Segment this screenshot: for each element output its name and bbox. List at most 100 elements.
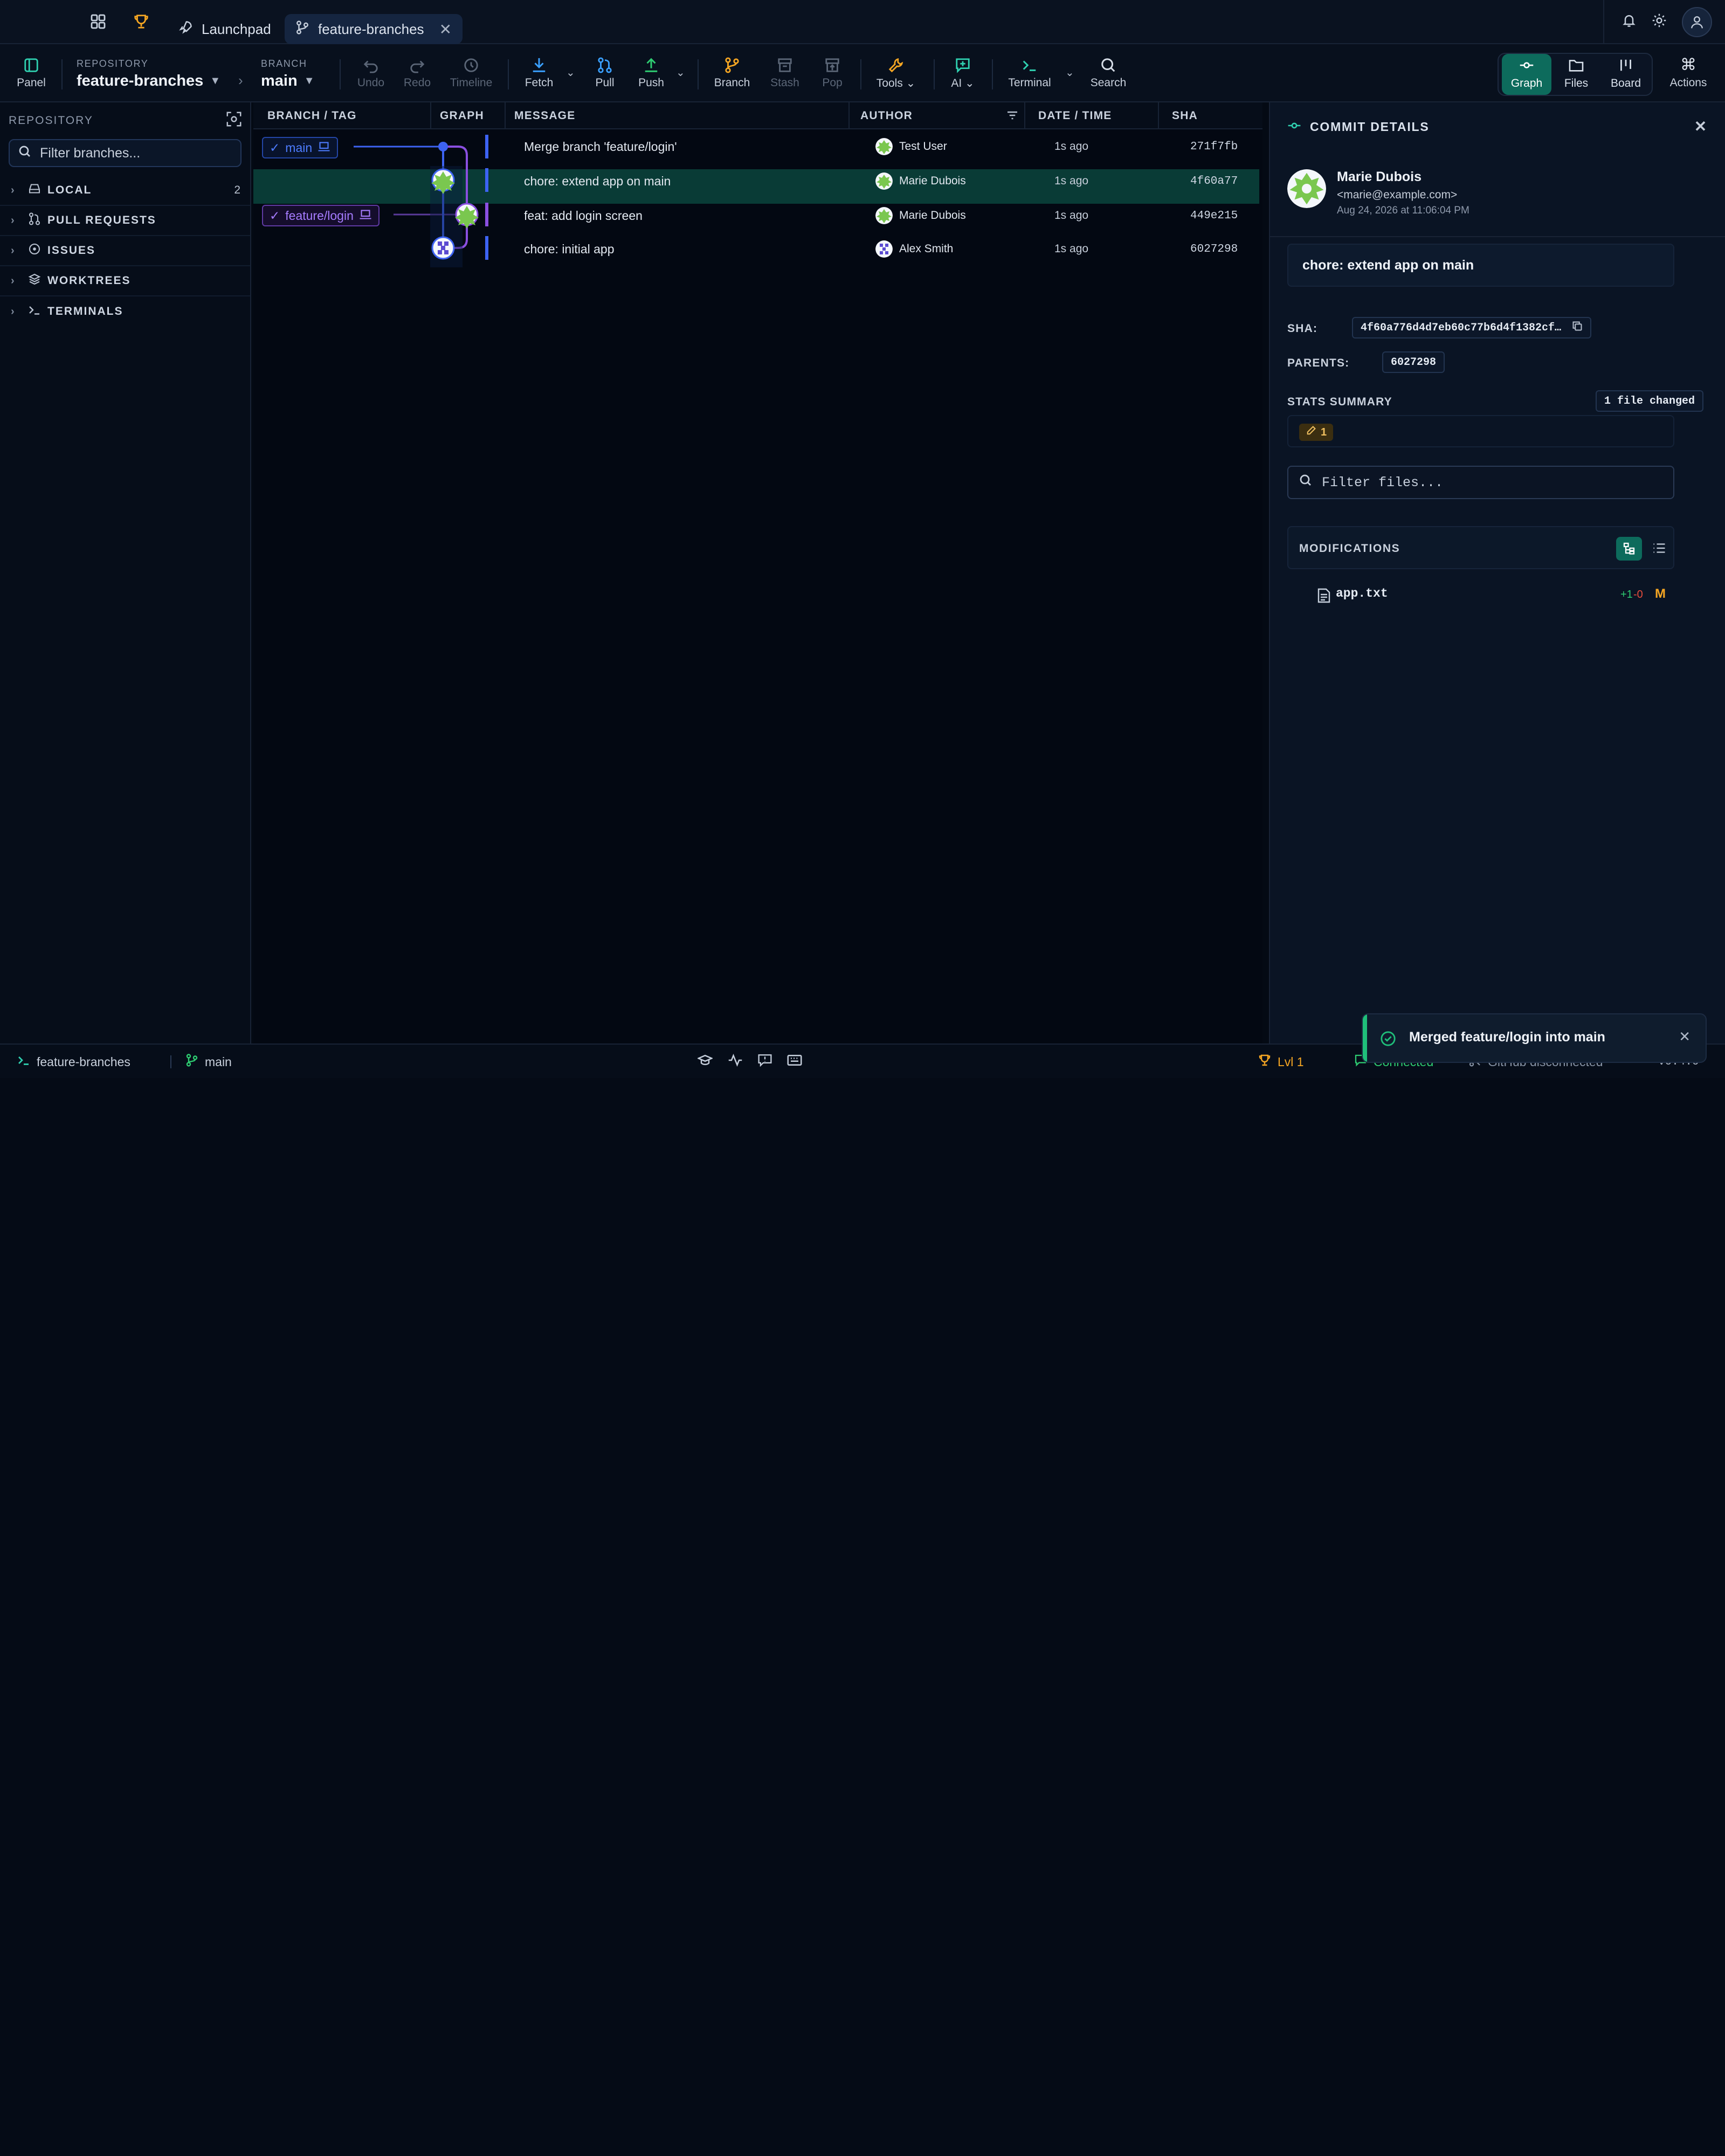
table-row[interactable]: Merge branch 'feature/login' Test User 1… [253, 129, 1259, 164]
sha-label: SHA: [1287, 322, 1318, 335]
file-filter-input[interactable]: Filter files... [1287, 466, 1674, 499]
column-sha[interactable]: SHA [1159, 102, 1262, 129]
fetch-dropdown-icon[interactable]: ⌄ [566, 66, 575, 79]
table-row[interactable]: feat: add login screen Marie Dubois 1s a… [253, 198, 1259, 233]
terminal-dropdown-icon[interactable]: ⌄ [1065, 66, 1074, 79]
push-dropdown-icon[interactable]: ⌄ [676, 66, 685, 79]
view-board-button[interactable]: Board [1601, 54, 1651, 95]
status-level-label: Lvl 1 [1278, 1054, 1304, 1069]
tree-view-toggle[interactable] [1616, 537, 1642, 561]
feedback-icon[interactable] [758, 1054, 772, 1070]
app-window: Launchpad feature-branches ✕ Panel REPOS… [0, 0, 1725, 1078]
filter-icon[interactable] [1006, 109, 1019, 125]
view-files-label: Files [1564, 77, 1589, 89]
pull-button[interactable]: Pull [589, 44, 621, 102]
column-message[interactable]: MESSAGE [506, 102, 850, 129]
terminal-icon [28, 303, 41, 320]
tools-button[interactable]: Tools ⌄ [873, 44, 919, 102]
sidebar-section-worktrees[interactable]: › WORKTREES [0, 266, 250, 296]
search-button[interactable]: Search [1089, 44, 1128, 102]
status-level[interactable]: Lvl 1 [1258, 1045, 1304, 1078]
chevron-down-icon: ▼ [303, 75, 315, 87]
activity-icon[interactable] [728, 1053, 743, 1070]
panel-button[interactable]: Panel [15, 44, 47, 102]
redo-icon [409, 57, 425, 73]
column-branch-tag[interactable]: BRANCH / TAG [253, 102, 431, 129]
status-branch-label: main [205, 1054, 232, 1069]
author-avatar [875, 138, 893, 155]
trophy-icon[interactable] [129, 10, 153, 33]
archive-icon [777, 57, 793, 73]
section-label: PULL REQUESTS [47, 214, 156, 226]
copy-icon[interactable] [1572, 321, 1583, 335]
commit-details-panel: COMMIT DETAILS ✕ Marie Dubois <marie@exa… [1269, 102, 1725, 1044]
sidebar-section-local[interactable]: › LOCAL 2 [0, 176, 250, 206]
file-additions: +1 [1620, 589, 1633, 600]
sidebar-section-issues[interactable]: › ISSUES [0, 236, 250, 266]
terminal-button[interactable]: Terminal [1006, 44, 1053, 102]
stats-label: STATS SUMMARY [1287, 396, 1392, 408]
stash-label: Stash [770, 77, 799, 89]
user-avatar-button[interactable] [1682, 7, 1712, 37]
sidebar-section-pull-requests[interactable]: › PULL REQUESTS [0, 206, 250, 236]
branch-icon [185, 1054, 198, 1070]
graduation-cap-icon[interactable] [696, 1054, 714, 1070]
window-actions [1603, 0, 1725, 44]
sha-pill[interactable]: 4f60a776d4d7eb60c77b6d4f1382cf… [1352, 317, 1591, 338]
stash-button[interactable]: Stash [768, 44, 802, 102]
column-date-time[interactable]: DATE / TIME [1025, 102, 1159, 129]
details-title: COMMIT DETAILS [1310, 119, 1430, 134]
focus-icon[interactable] [226, 112, 242, 130]
keyboard-icon[interactable] [787, 1054, 802, 1070]
close-icon[interactable]: ✕ [1679, 1028, 1690, 1045]
gear-icon[interactable] [1652, 12, 1667, 32]
tab-feature-branches[interactable]: feature-branches ✕ [285, 14, 463, 44]
pull-request-icon [597, 57, 613, 73]
status-repo[interactable]: feature-branches [17, 1045, 130, 1078]
author-avatar [875, 240, 893, 258]
branch-filter-input[interactable]: Filter branches... [9, 139, 242, 167]
column-graph[interactable]: GRAPH [431, 102, 506, 129]
timeline-button[interactable]: Timeline [446, 44, 496, 102]
table-row[interactable]: chore: initial app Alex Smith 1s ago 602… [253, 232, 1259, 266]
bell-icon[interactable] [1622, 12, 1637, 32]
push-button[interactable]: Push [634, 44, 668, 102]
branch-icon [295, 20, 309, 38]
parent-sha-pill[interactable]: 6027298 [1382, 351, 1445, 373]
branch-button[interactable]: Branch [712, 44, 753, 102]
rocket-icon [178, 20, 193, 39]
actions-button[interactable]: ⌘ Actions [1667, 44, 1710, 102]
search-icon [1299, 474, 1312, 491]
repo-selector[interactable]: feature-branches ▼ [77, 72, 220, 90]
view-files-button[interactable]: Files [1551, 54, 1601, 95]
column-author[interactable]: AUTHOR [850, 102, 1025, 129]
file-row[interactable]: app.txt +1 -0 M [1287, 583, 1674, 607]
view-graph-button[interactable]: Graph [1502, 54, 1551, 95]
undo-button[interactable]: Undo [354, 44, 388, 102]
pop-button[interactable]: Pop [817, 44, 847, 102]
status-branch[interactable]: main [185, 1045, 232, 1078]
branch-selector[interactable]: main ▼ [261, 72, 314, 90]
grid-icon[interactable] [86, 10, 110, 33]
sidebar-section-terminals[interactable]: › TERMINALS [0, 296, 250, 327]
actions-label: Actions [1669, 77, 1707, 89]
redo-button[interactable]: Redo [400, 44, 434, 102]
chevron-right-icon: › [11, 214, 16, 226]
author-name: Alex Smith [899, 243, 954, 255]
close-tab-icon[interactable]: ✕ [439, 20, 452, 38]
author-avatar [875, 207, 893, 224]
fetch-button[interactable]: Fetch [522, 44, 556, 102]
list-view-toggle[interactable] [1646, 537, 1672, 561]
modifications-label: MODIFICATIONS [1299, 542, 1400, 555]
close-icon[interactable]: ✕ [1694, 118, 1708, 135]
tools-label: Tools ⌄ [876, 77, 916, 89]
file-name: app.txt [1336, 586, 1388, 600]
table-row-selected[interactable]: chore: extend app on main Marie Dubois 1… [253, 164, 1259, 198]
terminal-icon [17, 1054, 30, 1070]
ai-button[interactable]: AI ⌄ [947, 44, 979, 102]
tab-launchpad[interactable]: Launchpad [167, 14, 282, 44]
commit-message: chore: initial app [524, 241, 615, 256]
branch-filter-placeholder: Filter branches... [40, 145, 141, 161]
push-label: Push [638, 77, 664, 89]
download-icon [531, 57, 547, 73]
